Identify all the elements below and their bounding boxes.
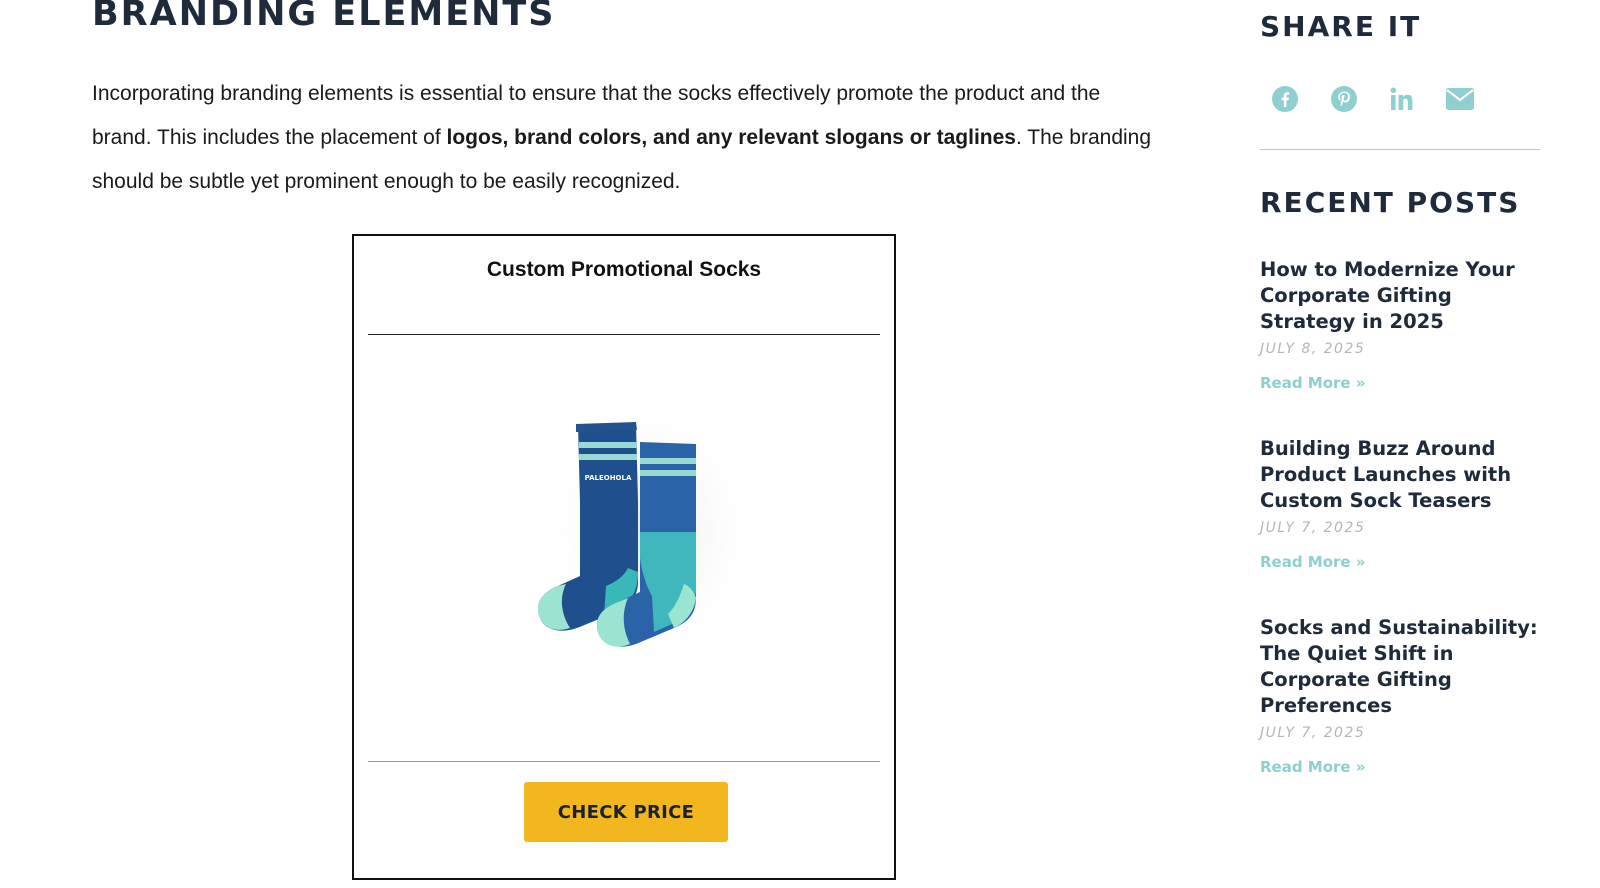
post-title-link[interactable]: Socks and Sustainability: The Quiet Shif… bbox=[1260, 615, 1550, 719]
product-title: Custom Promotional Socks bbox=[486, 258, 762, 281]
email-icon[interactable] bbox=[1445, 84, 1475, 114]
read-more-link[interactable]: Read More » bbox=[1260, 374, 1550, 392]
facebook-icon[interactable] bbox=[1270, 84, 1300, 114]
sidebar: SHARE IT RECENT POSTS How to Modernize Y… bbox=[1260, 0, 1540, 888]
post-date: JULY 7, 2025 bbox=[1260, 520, 1366, 536]
product-card: Custom Promotional Socks PALEOHOLA CHECK… bbox=[352, 234, 896, 880]
product-image-socks: PALEOHOLA bbox=[538, 392, 754, 672]
read-more-link[interactable]: Read More » bbox=[1260, 758, 1550, 776]
share-divider bbox=[1260, 149, 1540, 150]
recent-post-3: Socks and Sustainability: The Quiet Shif… bbox=[1260, 615, 1550, 776]
check-price-button[interactable]: CHECK PRICE bbox=[524, 782, 728, 842]
linkedin-icon[interactable] bbox=[1387, 84, 1417, 114]
section-title: BRANDING ELEMENTS bbox=[92, 0, 556, 34]
post-title-link[interactable]: How to Modernize Your Corporate Gifting … bbox=[1260, 257, 1550, 335]
post-date: JULY 7, 2025 bbox=[1260, 725, 1366, 741]
recent-posts-heading: RECENT POSTS bbox=[1260, 186, 1521, 219]
post-date: JULY 8, 2025 bbox=[1260, 341, 1366, 357]
card-divider-top bbox=[368, 334, 880, 335]
intro-paragraph: Incorporating branding elements is essen… bbox=[92, 72, 1152, 204]
card-divider-bottom bbox=[368, 761, 880, 762]
sock-logo-text: PALEOHOLA bbox=[585, 474, 632, 482]
recent-post-1: How to Modernize Your Corporate Gifting … bbox=[1260, 257, 1550, 392]
intro-bold-text: logos, brand colors, and any relevant sl… bbox=[446, 126, 1016, 149]
post-title-link[interactable]: Building Buzz Around Product Launches wi… bbox=[1260, 436, 1550, 514]
share-heading: SHARE IT bbox=[1260, 10, 1422, 43]
read-more-link[interactable]: Read More » bbox=[1260, 553, 1550, 571]
recent-post-2: Building Buzz Around Product Launches wi… bbox=[1260, 436, 1550, 571]
pinterest-icon[interactable] bbox=[1329, 84, 1359, 114]
